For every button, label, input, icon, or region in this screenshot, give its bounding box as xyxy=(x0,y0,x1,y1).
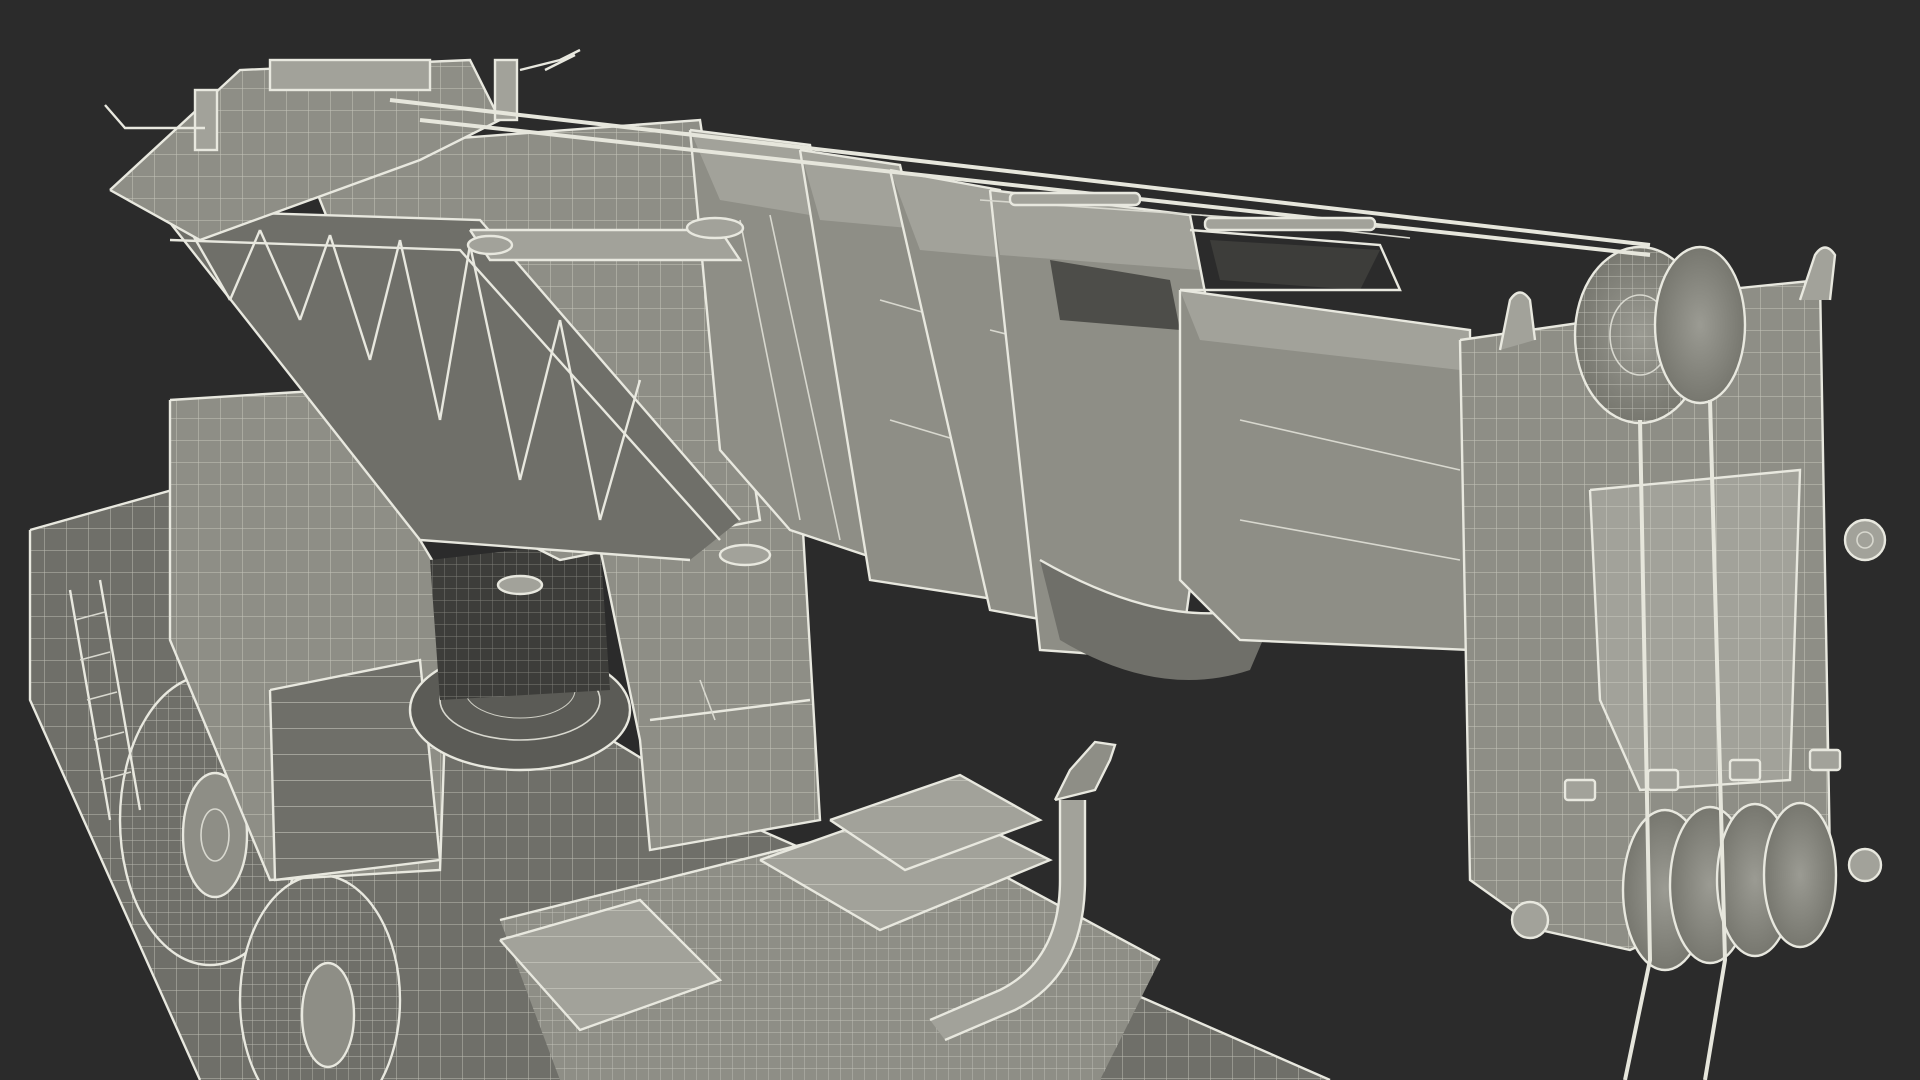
top-sheave xyxy=(1573,245,1747,425)
render-viewport xyxy=(0,0,1920,1080)
boom-fly-section xyxy=(1178,228,1472,652)
slewing-ring xyxy=(408,540,632,772)
crane-render xyxy=(28,48,1887,1080)
